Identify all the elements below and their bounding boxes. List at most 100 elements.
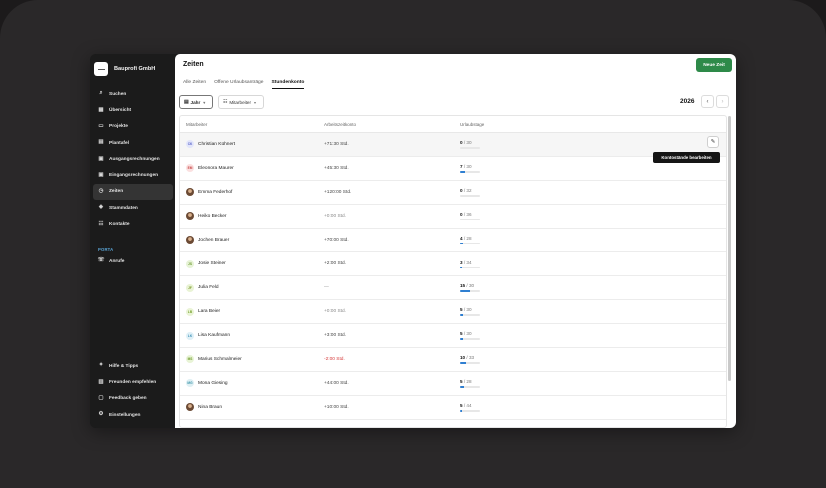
- vacation-taken: 5: [460, 331, 463, 337]
- period-filter[interactable]: ▤ Jahr ▾: [179, 95, 213, 109]
- main-content: Zeiten Neue Zeit Alle Zeiten Offene Urlau…: [175, 54, 736, 428]
- phone-icon: ☏: [97, 257, 105, 264]
- employee-name: Lisa Kaufmann: [198, 333, 230, 339]
- vacation-progress-bar: [460, 171, 480, 173]
- avatar: JF: [186, 283, 194, 292]
- vacation-taken: 7: [460, 164, 463, 170]
- chevron-down-icon: ▾: [203, 99, 206, 105]
- vacation-total: / 32: [463, 187, 472, 193]
- column-header-employee[interactable]: Mitarbeiter: [180, 122, 317, 127]
- lightbulb-icon: ✦: [98, 362, 104, 369]
- sidebar-item-label: Projekte: [109, 124, 128, 130]
- company-switcher[interactable]: Bauprofi GmbH: [94, 61, 155, 77]
- tab-1[interactable]: Offene Urlaubsanträge: [214, 80, 263, 89]
- sidebar-item-clock[interactable]: ◷ Zeiten: [93, 183, 173, 201]
- vacation-progress-bar: [460, 266, 480, 269]
- table-body: CK Christian Kühnert +71:30 Std. 0 / 30 EM El…: [180, 133, 726, 420]
- vacation-days: 3 / 34: [460, 260, 664, 265]
- avatar: LB: [186, 307, 194, 316]
- table-row[interactable]: LK Lisa Kaufmann +3:00 Std. 5 / 30: [180, 324, 726, 349]
- sidebar-item-calendar[interactable]: ▤ Plantafel: [93, 135, 173, 151]
- sidebar-section-label: PORTA: [98, 247, 114, 252]
- table-row[interactable]: Nina Braun +10:00 Std. 5 / 44: [180, 396, 726, 420]
- sidebar-item-invoice-in[interactable]: ▣ Eingangsrechnungen: [93, 167, 173, 183]
- sidebar-item-label: Ausgangsrechnungen: [109, 156, 160, 162]
- previous-year-button[interactable]: ‹: [701, 95, 714, 108]
- employee-name: Heiko Becker: [198, 213, 227, 219]
- invoice-out-icon: ▣: [98, 155, 104, 162]
- sidebar-item-folder[interactable]: ▭ Projekte: [93, 119, 173, 135]
- employee-name: Jochen Brauer: [198, 237, 230, 243]
- table-row[interactable]: Jochen Brauer +70:00 Std. 4 / 28: [180, 229, 726, 253]
- employee-name: Mona Giesing: [198, 380, 228, 386]
- sidebar-item-gift[interactable]: ▥ Freunden empfehlen: [93, 374, 173, 390]
- tooltip: Kontostände bearbeiten: [653, 152, 720, 163]
- sidebar-item-lightbulb[interactable]: ✦ Hilfe & Tipps: [93, 358, 173, 374]
- tab-bar: Alle Zeiten Offene Urlaubsanträge Stundenk…: [183, 80, 312, 89]
- employee-filter-label: Mitarbeiter: [229, 99, 252, 105]
- employee-name: Lara Beier: [198, 309, 221, 315]
- vacation-days: 5 / 30: [460, 307, 664, 312]
- employee-name: Julia Feld: [198, 285, 219, 291]
- scrollbar[interactable]: [728, 116, 731, 381]
- avatar: JS: [186, 259, 194, 268]
- table-row[interactable]: MG Mona Giesing +44:00 Std. 5 / 28: [180, 372, 726, 396]
- employee-name: Christian Kühnert: [198, 141, 236, 147]
- vacation-days: 0 / 32: [460, 188, 664, 193]
- column-header-hours[interactable]: Arbeitszeitkonto: [317, 122, 454, 127]
- avatar: EM: [186, 164, 194, 173]
- sidebar-item-contacts[interactable]: ☷ Kontakte: [93, 216, 173, 232]
- vacation-total: / 28: [463, 379, 472, 385]
- sidebar-item-gear[interactable]: ⚙ Einstellungen: [93, 407, 173, 423]
- avatar: MG: [186, 379, 194, 388]
- vacation-taken: 15: [460, 283, 466, 289]
- vacation-progress-bar: [460, 218, 480, 221]
- table-row[interactable]: Heiko Becker +0:00 Std. 0 / 36: [180, 205, 726, 229]
- vacation-days: 15 / 30: [460, 283, 664, 288]
- vacation-total: / 30: [463, 140, 472, 146]
- table-row[interactable]: JF Julia Feld — 15 / 30: [180, 276, 726, 301]
- search-icon: ⌕: [99, 90, 103, 97]
- sidebar-item-phone[interactable]: ☏ Anrufe: [93, 253, 173, 269]
- sidebar-item-stack[interactable]: ◈ Stammdaten: [93, 200, 173, 216]
- hours-balance: +0:00 Std.: [324, 213, 347, 219]
- vacation-taken: 0: [460, 187, 463, 193]
- sidebar-bottom-nav: ✦ Hilfe & Tipps ▥ Freunden empfehlen ▢ Feedba…: [93, 358, 173, 423]
- sidebar-item-label: Übersicht: [109, 107, 132, 113]
- table-row[interactable]: JS Josie Steiner +2:00 Std. 3 / 34: [180, 252, 726, 277]
- vacation-total: / 34: [463, 259, 472, 265]
- table-row[interactable]: CK Christian Kühnert +71:30 Std. 0 / 30: [180, 133, 726, 157]
- vacation-total: / 30: [463, 164, 472, 170]
- vacation-taken: 10: [460, 355, 466, 361]
- hours-balance: +3:00 Std.: [324, 333, 347, 339]
- vacation-progress-bar: [460, 386, 480, 388]
- new-time-button[interactable]: Neue Zeit: [696, 58, 732, 72]
- sidebar-item-label: Suchen: [109, 91, 127, 97]
- sidebar-section-nav: ☏ Anrufe: [93, 253, 173, 269]
- next-year-button[interactable]: ›: [716, 95, 729, 108]
- edit-balance-button[interactable]: ✎: [707, 136, 719, 148]
- sidebar-item-message[interactable]: ▢ Feedback geben: [93, 391, 173, 407]
- tab-2[interactable]: Stundenkonto: [271, 80, 305, 89]
- grid-icon: ▦: [98, 106, 104, 113]
- chevron-down-icon: ▾: [254, 99, 257, 105]
- table-row[interactable]: Emma Federhof +120:00 Std. 0 / 32: [180, 181, 726, 205]
- table-row[interactable]: LB Lara Beier +0:00 Std. 5 / 30: [180, 300, 726, 325]
- tab-0[interactable]: Alle Zeiten: [183, 80, 206, 89]
- hours-balance: +45:30 Std.: [324, 165, 349, 171]
- employee-name: Emma Federhof: [198, 189, 233, 195]
- sidebar-item-grid[interactable]: ▦ Übersicht: [93, 102, 173, 118]
- sidebar-item-search[interactable]: ⌕ Suchen: [93, 86, 173, 102]
- table-row[interactable]: MS Marius Schmalmeier -2:00 Std. 10 / 33: [180, 348, 726, 372]
- column-header-vacation[interactable]: Urlaubstage: [454, 122, 664, 127]
- avatar: [186, 236, 194, 244]
- sidebar-item-invoice-out[interactable]: ▣ Ausgangsrechnungen: [93, 151, 173, 167]
- table-header: Mitarbeiter Arbeitszeitkonto Urlaubstage: [180, 116, 726, 133]
- vacation-total: / 44: [463, 402, 472, 408]
- vacation-total: / 28: [463, 235, 472, 241]
- invoice-in-icon: ▣: [98, 171, 104, 178]
- employee-filter[interactable]: ☷ Mitarbeiter ▾: [218, 95, 264, 109]
- table-row[interactable]: EM Eleonora Maurer +45:30 Std. 7 / 30: [180, 157, 726, 181]
- vacation-total: / 30: [463, 307, 472, 313]
- vacation-days: 5 / 30: [460, 331, 664, 336]
